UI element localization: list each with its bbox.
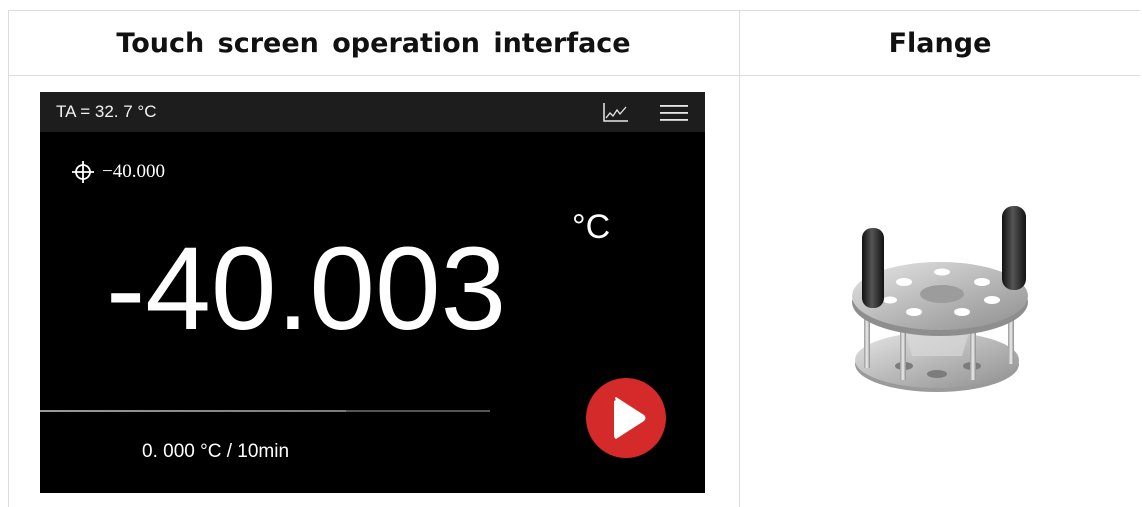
header-flange: Flange [888,27,992,59]
status-bar: TA = 32. 7 °C [40,92,705,132]
play-button[interactable] [586,378,666,458]
table-header-divider [8,75,1140,76]
setpoint-value: −40.000 [102,161,165,182]
play-icon [614,397,646,439]
flange-image [852,206,1028,392]
temperature-unit: °C [572,208,611,246]
crosshair-icon [72,161,94,183]
table-border-left [8,11,9,507]
touch-screen: TA = 32. 7 °C −40.000 -40.003 °C 0. 000 … [40,92,705,493]
chart-icon[interactable] [602,101,630,123]
current-temperature: -40.003 [106,223,507,355]
ramp-rate: 0. 000 °C / 10min [142,441,290,462]
menu-icon[interactable] [660,104,688,122]
ambient-temperature: TA = 32. 7 °C [56,102,157,121]
setpoint-row[interactable]: −40.000 [72,161,165,183]
header-touch-screen: Touch screen operation interface [116,27,631,59]
table-column-divider [739,11,740,507]
progress-fill [40,410,346,412]
progress-bar [40,410,490,412]
